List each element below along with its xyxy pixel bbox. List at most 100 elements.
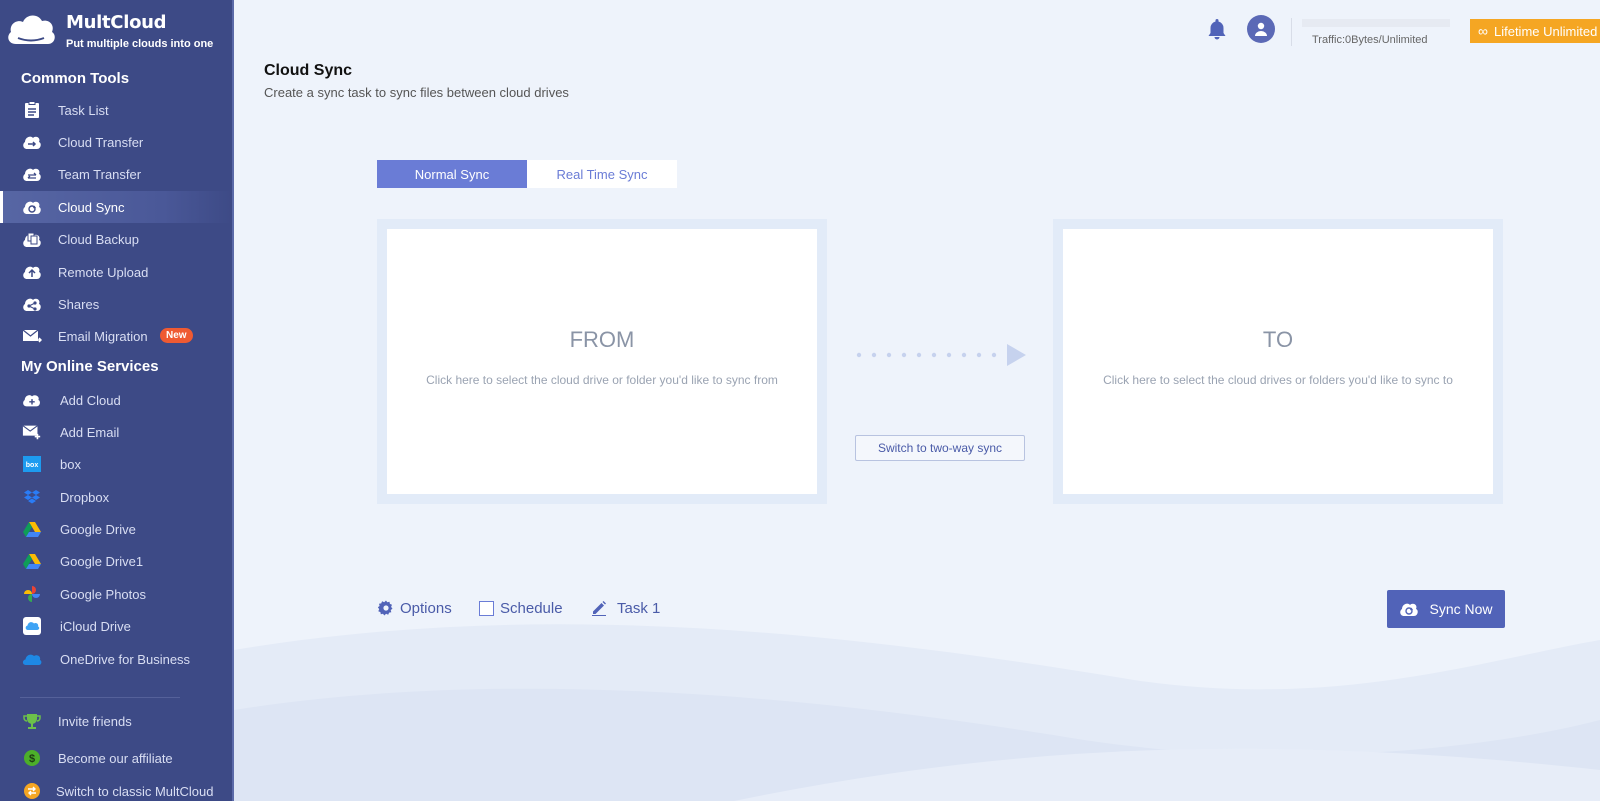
traffic-text: Traffic:0Bytes/Unlimited (1312, 34, 1428, 46)
svg-text:$: $ (29, 753, 35, 765)
google-drive-icon (22, 519, 42, 539)
from-box-inner: FROM Click here to select the cloud driv… (387, 229, 817, 494)
new-badge: New (160, 328, 193, 343)
sidebar-item-label: Remote Upload (58, 264, 149, 280)
trophy-icon (22, 711, 42, 731)
dollar-icon: $ (22, 748, 42, 768)
sidebar-item-google-photos[interactable]: Google Photos (0, 578, 232, 610)
sidebar-item-icloud-drive[interactable]: iCloud Drive (0, 610, 232, 642)
options-button[interactable]: Options (378, 597, 452, 619)
add-email-icon (22, 422, 42, 442)
common-tools-title: Common Tools (21, 70, 130, 87)
sync-direction-arrow-icon (856, 344, 1026, 366)
cloud-transfer-icon (22, 132, 42, 152)
shares-icon (22, 294, 42, 314)
sidebar-item-label: Add Cloud (60, 392, 121, 408)
sidebar-item-cloud-backup[interactable]: Cloud Backup (0, 223, 232, 255)
header-divider (1291, 18, 1292, 46)
sidebar-item-label: Task List (58, 102, 109, 118)
options-label: Options (400, 599, 452, 617)
sidebar-item-cloud-transfer[interactable]: Cloud Transfer (0, 126, 232, 158)
from-hint: Click here to select the cloud drive or … (426, 373, 778, 387)
to-box-inner: TO Click here to select the cloud drives… (1063, 229, 1493, 494)
page-title: Cloud Sync (264, 62, 353, 79)
sidebar-item-onedrive-business[interactable]: OneDrive for Business (0, 643, 232, 675)
background-waves (234, 624, 1600, 801)
sidebar-item-label: box (60, 456, 81, 472)
sidebar-item-label: Email Migration (58, 328, 148, 344)
sidebar-item-label: Shares (58, 296, 100, 312)
sidebar-item-label: Dropbox (60, 489, 110, 505)
sidebar-item-shares[interactable]: Shares (0, 288, 232, 320)
task-list-icon (22, 100, 42, 120)
lifetime-label: Lifetime Unlimited (1493, 23, 1598, 39)
sidebar-item-team-transfer[interactable]: Team Transfer (0, 158, 232, 190)
switch-two-way-sync-button[interactable]: Switch to two-way sync (855, 435, 1025, 461)
sidebar-item-google-drive1[interactable]: Google Drive1 (0, 545, 232, 577)
sidebar-item-invite-friends[interactable]: Invite friends (0, 705, 232, 737)
icloud-drive-icon (22, 616, 42, 636)
sync-now-button[interactable]: Sync Now (1387, 590, 1505, 628)
sidebar-item-label: Google Photos (60, 586, 147, 602)
lifetime-unlimited-button[interactable]: ∞ Lifetime Unlimited (1470, 19, 1600, 43)
sidebar-item-label: Cloud Transfer (58, 134, 144, 150)
brand-tagline: Put multiple clouds into one (66, 38, 214, 50)
sidebar-item-label: iCloud Drive (60, 618, 131, 634)
google-drive-icon (22, 551, 42, 571)
sidebar-item-label: Add Email (60, 424, 120, 440)
pencil-icon (591, 600, 607, 616)
schedule-toggle[interactable]: Schedule (479, 597, 563, 619)
task-name: Task 1 (617, 599, 661, 617)
sidebar-item-label: Google Drive (60, 521, 136, 537)
traffic-progress-bar (1302, 19, 1450, 27)
sidebar-item-affiliate[interactable]: $ Become our affiliate (0, 742, 232, 774)
sidebar-item-label: Switch to classic MultCloud (56, 783, 214, 799)
from-box[interactable]: FROM Click here to select the cloud driv… (377, 219, 827, 504)
to-hint: Click here to select the cloud drives or… (1103, 373, 1453, 387)
sidebar-item-switch-classic[interactable]: Switch to classic MultCloud (0, 775, 232, 801)
svg-text:box: box (26, 462, 39, 469)
switch-icon (22, 781, 42, 801)
user-avatar-icon[interactable] (1247, 15, 1275, 43)
tab-normal-sync[interactable]: Normal Sync (377, 160, 527, 188)
brand: MultCloud Put multiple clouds into one (0, 4, 232, 56)
gear-icon (378, 600, 394, 616)
page-subtitle: Create a sync task to sync files between… (264, 85, 569, 100)
sidebar-item-label: Google Drive1 (60, 553, 144, 569)
sidebar-divider (20, 697, 180, 698)
cloud-sync-icon (1399, 601, 1419, 617)
infinity-icon: ∞ (1478, 23, 1488, 39)
sidebar-item-add-email[interactable]: Add Email (0, 416, 232, 448)
sync-now-label: Sync Now (1429, 601, 1493, 617)
cloud-sync-icon (22, 197, 42, 217)
google-photos-icon (22, 584, 42, 604)
sidebar-item-box[interactable]: box box (0, 448, 232, 480)
my-online-services-title: My Online Services (21, 358, 159, 375)
bell-icon[interactable] (1206, 17, 1228, 41)
to-box[interactable]: TO Click here to select the cloud drives… (1053, 219, 1503, 504)
remote-upload-icon (22, 262, 42, 282)
sidebar-item-cloud-sync[interactable]: Cloud Sync (0, 191, 232, 223)
add-cloud-icon (22, 390, 42, 410)
to-title: TO (1262, 327, 1294, 352)
multcloud-logo[interactable] (4, 10, 58, 50)
brand-name: MultCloud (66, 12, 167, 33)
sidebar-item-google-drive[interactable]: Google Drive (0, 513, 232, 545)
sidebar-item-task-list[interactable]: Task List (0, 94, 232, 126)
sidebar-item-label: Invite friends (58, 713, 132, 729)
from-title: FROM (569, 327, 635, 352)
sidebar-item-email-migration[interactable]: Email Migration New (0, 320, 232, 352)
sidebar-item-add-cloud[interactable]: Add Cloud (0, 384, 232, 416)
tab-real-time-sync[interactable]: Real Time Sync (527, 160, 677, 188)
sidebar-item-label: Cloud Sync (58, 199, 125, 215)
task-name-edit[interactable]: Task 1 (591, 597, 660, 619)
sidebar-item-label: Become our affiliate (58, 750, 173, 766)
sidebar-item-label: OneDrive for Business (60, 651, 191, 667)
sidebar-item-remote-upload[interactable]: Remote Upload (0, 256, 232, 288)
dropbox-icon (22, 487, 42, 507)
schedule-checkbox[interactable] (479, 600, 494, 616)
email-migration-icon (22, 326, 42, 346)
sidebar-item-dropbox[interactable]: Dropbox (0, 481, 232, 513)
box-icon: box (22, 454, 42, 474)
onedrive-icon (22, 649, 42, 669)
